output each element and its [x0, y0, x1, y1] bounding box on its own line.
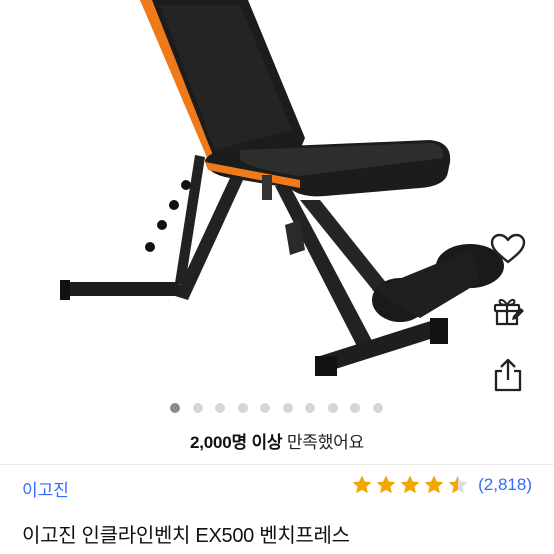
divider [0, 464, 554, 465]
carousel-dot[interactable] [215, 403, 225, 413]
carousel-dot[interactable] [237, 403, 248, 413]
star-icon [448, 475, 468, 494]
satisfaction-count: 2,000명 이상 [189, 433, 283, 452]
carousel-dot[interactable] [372, 403, 383, 413]
carousel-dot[interactable] [260, 403, 270, 413]
brand-link[interactable]: 이고진 [22, 476, 69, 501]
rating-stars [351, 474, 471, 496]
share-button[interactable] [485, 352, 531, 398]
carousel-dot[interactable] [192, 403, 203, 413]
carousel-dot[interactable] [170, 403, 180, 413]
star-icon [376, 475, 396, 494]
rating[interactable]: (2,818) [351, 474, 532, 496]
heart-icon [490, 233, 526, 264]
carousel-dots [170, 403, 395, 413]
carousel-dot[interactable] [327, 403, 338, 413]
star-icon [352, 475, 372, 494]
carousel-dot[interactable] [350, 403, 360, 413]
satisfaction-suffix: 만족했어요 [282, 433, 365, 452]
gift-button[interactable] [485, 288, 531, 334]
bench-illustration [60, 0, 504, 376]
satisfaction-summary: 2,000명 이상 만족했어요 [0, 428, 554, 453]
carousel-dot[interactable] [305, 403, 315, 413]
gift-icon [493, 298, 524, 326]
product-image[interactable] [0, 0, 554, 392]
share-icon [494, 358, 522, 392]
review-count[interactable]: (2,818) [478, 475, 532, 495]
wishlist-button[interactable] [485, 226, 531, 272]
carousel-dot[interactable] [282, 403, 293, 413]
product-title: 이고진 인클라인벤치 EX500 벤치프레스 [22, 525, 350, 547]
star-icon [424, 475, 444, 494]
star-icon [400, 475, 420, 494]
